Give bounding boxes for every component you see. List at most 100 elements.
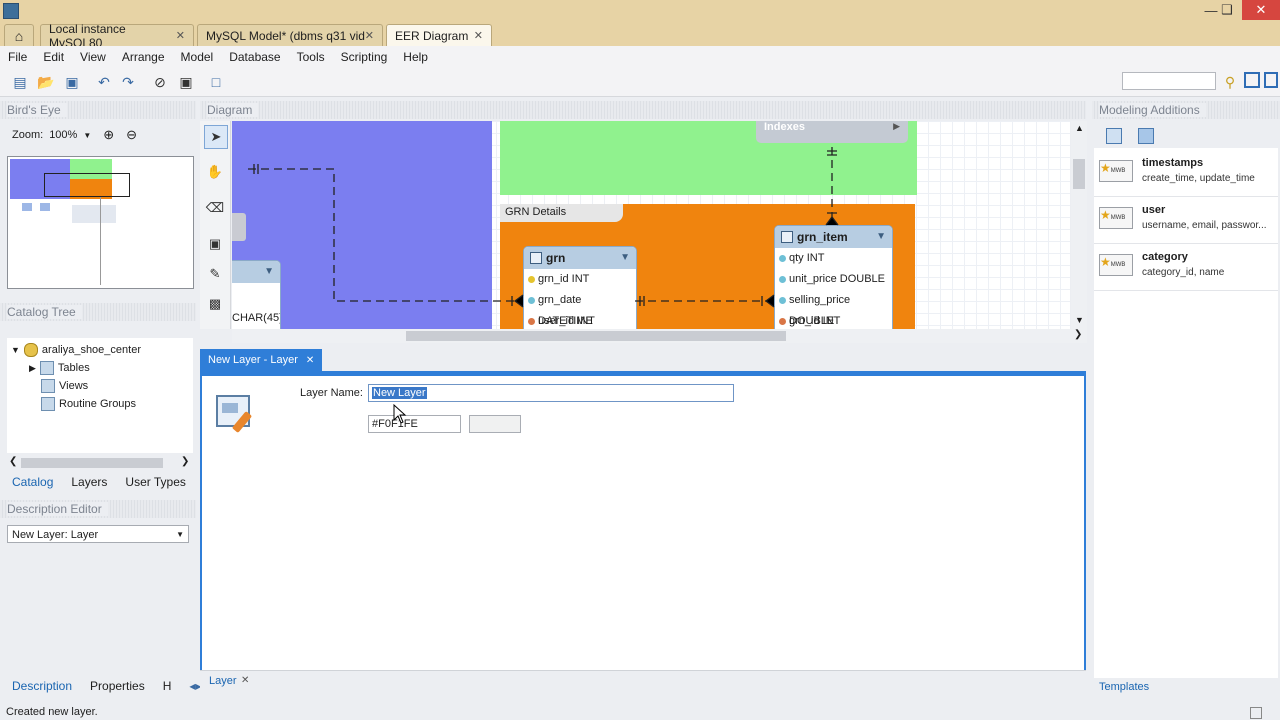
open-model-icon[interactable]: 📂 (36, 72, 56, 92)
tree-label: Views (59, 380, 89, 392)
hand-icon[interactable]: ✋ (204, 161, 226, 183)
close-icon[interactable]: ✕ (1242, 0, 1280, 20)
description-object-select[interactable]: New Layer: Layer ▼ (7, 525, 189, 543)
home-tab[interactable]: ⌂ (4, 24, 34, 46)
menu-view[interactable]: View (72, 50, 114, 64)
tab-templates[interactable]: Templates (1099, 681, 1149, 693)
menu-database[interactable]: Database (221, 50, 288, 64)
close-icon[interactable]: ✕ (306, 355, 314, 366)
minimap-page-break (100, 197, 101, 285)
close-icon[interactable]: ✕ (241, 675, 249, 686)
menu-file[interactable]: File (0, 50, 35, 64)
zoom-out-icon[interactable]: ⊖ (126, 127, 137, 143)
status-panel-icon[interactable] (1250, 707, 1262, 719)
layer-name-label: Layer Name: (300, 387, 363, 399)
chevron-down-icon[interactable]: ▼ (1075, 315, 1084, 325)
status-bar: Created new layer. (0, 704, 1280, 720)
tree-views[interactable]: Views (41, 377, 88, 395)
tree-horizontal-scrollbar[interactable]: ❮ ❯ (7, 456, 193, 470)
tab-mysql-model[interactable]: MySQL Model* (dbms q31 video er...✕ (197, 24, 383, 46)
snippet-subtitle: username, email, passwor... (1142, 220, 1267, 231)
chevron-right-icon[interactable]: ❯ (1074, 329, 1082, 340)
tab-catalog[interactable]: Catalog (3, 472, 62, 492)
scroll-thumb[interactable] (1073, 159, 1085, 189)
layer-color-input[interactable]: #F0F1FE (368, 415, 461, 433)
close-icon[interactable]: ✕ (474, 29, 483, 42)
snippet-list: ★MWB timestamps create_time, update_time… (1094, 148, 1278, 678)
tab-history[interactable]: H (154, 676, 181, 696)
menu-model[interactable]: Model (173, 50, 222, 64)
main-toolbar: ▤ 📂 ▣ ↶ ↷ ⊘ ▣ □ ⚲ (0, 68, 1280, 97)
layer-tool-icon[interactable]: ▣ (204, 233, 226, 255)
undo-icon[interactable]: ↶ (94, 72, 114, 92)
snippet-list-icon[interactable] (1138, 128, 1154, 144)
snippet-category[interactable]: ★MWB category category_id, name (1094, 244, 1278, 291)
catalog-tree: ▼ araliya_shoe_center ▶ Tables Views Rou… (7, 338, 193, 453)
eraser-icon[interactable]: ⌫ (204, 197, 226, 219)
minimap-viewport[interactable] (44, 173, 130, 197)
layer-name-input[interactable]: New Layer (368, 384, 734, 402)
image-tool-icon[interactable]: ▩ (204, 293, 226, 315)
zoom-value[interactable]: 100% (49, 129, 77, 141)
tab-layers[interactable]: Layers (62, 472, 116, 492)
birds-eye-minimap[interactable] (7, 156, 194, 289)
menu-help[interactable]: Help (395, 50, 436, 64)
chevron-down-icon: ▼ (176, 530, 184, 539)
minimap-table (40, 203, 50, 211)
close-icon[interactable]: ✕ (176, 29, 185, 42)
add-snippet-icon[interactable] (1106, 128, 1122, 144)
catalog-tree-header: Catalog Tree (0, 303, 196, 321)
birds-eye-header: Bird's Eye (0, 101, 196, 119)
chevron-left-icon[interactable]: ❮ (9, 456, 17, 467)
zoom-in-icon[interactable]: ⊕ (103, 127, 114, 143)
routine-groups-icon (41, 397, 55, 411)
tree-label: Routine Groups (59, 398, 137, 410)
chevron-down-icon[interactable]: ▼ (11, 341, 20, 359)
canvas-vertical-scrollbar[interactable]: ▲ ▼ (1071, 121, 1087, 329)
tree-routine-groups[interactable]: Routine Groups (41, 395, 136, 413)
menu-tools[interactable]: Tools (289, 50, 333, 64)
maximize-icon[interactable]: ❑ (1212, 0, 1242, 20)
chevron-down-icon[interactable]: ▼ (83, 131, 91, 140)
redo-icon[interactable]: ↷ (118, 72, 138, 92)
pointer-icon[interactable]: ➤ (204, 125, 228, 149)
new-model-icon[interactable]: ▤ (10, 72, 30, 92)
toggle-grid-icon[interactable]: ⊘ (150, 72, 170, 92)
relationship-line[interactable] (248, 168, 523, 302)
status-text: Created new layer. (6, 706, 98, 718)
editor-tab-new-layer[interactable]: New Layer - Layer ✕ (200, 349, 323, 371)
search-input[interactable] (1122, 72, 1216, 90)
tree-label: Tables (57, 362, 90, 374)
save-model-icon[interactable]: ▣ (62, 72, 82, 92)
diagram-canvas[interactable]: ▼ CHAR(45) Indexes ▶ GRN Details grn ▼ gr… (232, 121, 1070, 329)
tab-eer-diagram[interactable]: EER Diagram ✕ (386, 24, 492, 46)
menu-arrange[interactable]: Arrange (114, 50, 173, 64)
chevron-right-icon[interactable]: ❯ (181, 456, 189, 467)
note-tool-icon[interactable]: ✎ (204, 263, 226, 285)
chevron-right-icon[interactable]: ▶ (29, 359, 36, 377)
search-icon[interactable]: ⚲ (1220, 72, 1240, 92)
tab-properties[interactable]: Properties (81, 676, 154, 696)
menu-scripting[interactable]: Scripting (333, 50, 396, 64)
minimap-table (22, 203, 32, 211)
tab-local-instance[interactable]: Local instance MySQL80 ✕ (40, 22, 194, 50)
snippet-user[interactable]: ★MWB user username, email, passwor... (1094, 197, 1278, 244)
tree-tables[interactable]: ▶ Tables (29, 359, 90, 377)
scroll-thumb[interactable] (21, 458, 163, 468)
tree-schema[interactable]: ▼ araliya_shoe_center (11, 341, 141, 359)
canvas-horizontal-scrollbar[interactable]: ❯ (232, 329, 1087, 343)
snippet-icon[interactable]: □ (206, 72, 226, 92)
layer-color-swatch[interactable] (469, 415, 521, 433)
align-icon[interactable]: ▣ (176, 72, 196, 92)
chevron-up-icon[interactable]: ▲ (1075, 123, 1084, 133)
tab-user-types[interactable]: User Types (116, 472, 194, 492)
tab-description[interactable]: Description (3, 676, 81, 696)
menu-edit[interactable]: Edit (35, 50, 72, 64)
toggle-sidebar-icon[interactable] (1244, 72, 1260, 88)
snippet-timestamps[interactable]: ★MWB timestamps create_time, update_time (1094, 150, 1278, 197)
scroll-thumb[interactable] (406, 331, 786, 341)
tab-layer[interactable]: Layer (209, 675, 237, 687)
many-marker (761, 294, 775, 308)
toggle-secondary-icon[interactable] (1264, 72, 1278, 88)
close-icon[interactable]: ✕ (365, 29, 374, 42)
